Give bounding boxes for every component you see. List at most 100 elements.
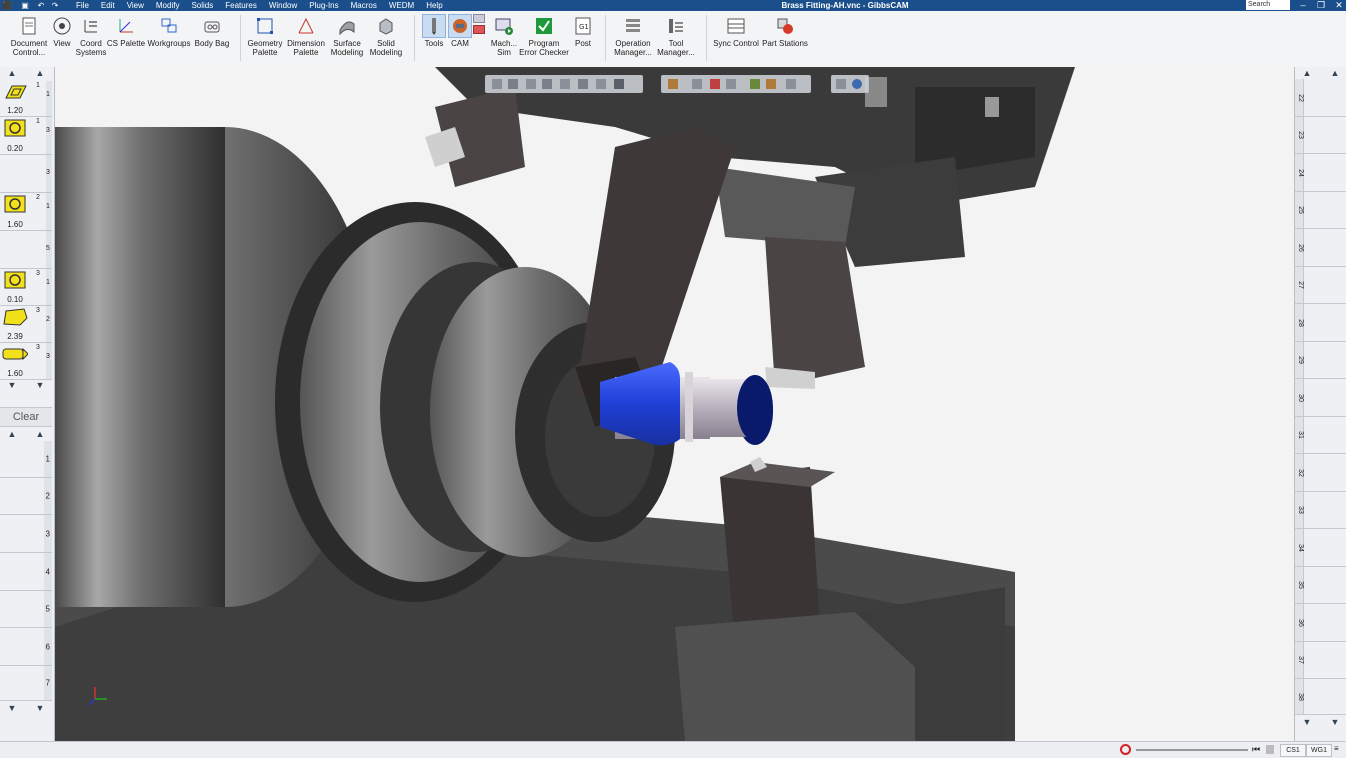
- process-tile[interactable]: 25: [1295, 192, 1346, 229]
- sync-control-icon: [724, 14, 748, 38]
- process-tile[interactable]: 32: [1295, 454, 1346, 492]
- view-toolbar-left[interactable]: [485, 75, 643, 93]
- tool-slot[interactable]: 2.39 3 2: [0, 306, 52, 343]
- coordinate-system-status[interactable]: CS1: [1280, 744, 1306, 757]
- menu-help[interactable]: Help: [420, 0, 448, 11]
- workgroups-button[interactable]: Workgroups: [146, 14, 192, 48]
- surface-modeling-button[interactable]: Surface Modeling: [327, 14, 367, 57]
- process-tile[interactable]: 2: [0, 478, 52, 515]
- process-tile[interactable]: 3: [0, 515, 52, 553]
- tool-list-scroll-up-alt-icon[interactable]: ▲: [32, 68, 48, 78]
- part-stations-button[interactable]: Part Stations: [760, 14, 810, 48]
- menu-window[interactable]: Window: [263, 0, 303, 11]
- process-tile[interactable]: 29: [1295, 342, 1346, 379]
- process-tile[interactable]: 1: [0, 441, 52, 478]
- menu-wedm[interactable]: WEDM: [383, 0, 420, 11]
- body-bag-button[interactable]: Body Bag: [193, 14, 231, 48]
- app-icon[interactable]: ⬛: [0, 0, 14, 11]
- right-scroll-up-icon[interactable]: ▲: [1299, 68, 1315, 78]
- redo-icon[interactable]: ↷: [48, 0, 62, 11]
- restore-button[interactable]: ❐: [1313, 0, 1329, 11]
- process-tile[interactable]: 38: [1295, 679, 1346, 715]
- save-icon[interactable]: ▣: [18, 0, 32, 11]
- 3d-viewport[interactable]: [55, 67, 1294, 741]
- process-tile[interactable]: 22: [1295, 79, 1346, 117]
- menu-edit[interactable]: Edit: [95, 0, 121, 11]
- workgroups-icon: [157, 14, 181, 38]
- process-tile[interactable]: 33: [1295, 492, 1346, 529]
- stop-icon[interactable]: [1120, 744, 1131, 755]
- process-list-scroll-up-alt-icon[interactable]: ▲: [32, 429, 48, 439]
- simulation-progress-slider[interactable]: [1136, 749, 1248, 751]
- search-icon[interactable]: ⌕: [1276, 0, 1292, 11]
- view-toolbar-middle[interactable]: [661, 75, 811, 93]
- menu-solids[interactable]: Solids: [185, 0, 219, 11]
- operation-manager-button[interactable]: Operation Manager...: [611, 14, 655, 57]
- process-tile[interactable]: 28: [1295, 304, 1346, 342]
- geometry-palette-icon: [253, 14, 277, 38]
- machine-sim-button[interactable]: Mach... Sim: [487, 14, 521, 57]
- program-error-checker-button[interactable]: Program Error Checker: [519, 14, 569, 57]
- tools-button[interactable]: Tools: [421, 14, 447, 48]
- tool-slot[interactable]: 0.10 3 1: [0, 269, 52, 306]
- process-tile[interactable]: 6: [0, 628, 52, 666]
- solid-modeling-button[interactable]: Solid Modeling: [367, 14, 405, 57]
- process-tile[interactable]: 27: [1295, 267, 1346, 304]
- process-tile[interactable]: 24: [1295, 154, 1346, 192]
- menu-file[interactable]: File: [70, 0, 95, 11]
- process-tile[interactable]: 7: [0, 666, 52, 701]
- process-list-scroll-down-alt-icon[interactable]: ▼: [32, 703, 48, 713]
- status-menu-icon[interactable]: ≡: [1334, 744, 1339, 753]
- process-tile[interactable]: 4: [0, 553, 52, 591]
- clear-button[interactable]: Clear: [0, 407, 52, 427]
- cam-mini-buttons[interactable]: [473, 14, 485, 34]
- process-tile[interactable]: 23: [1295, 117, 1346, 154]
- rewind-icon[interactable]: ⏮: [1252, 744, 1260, 755]
- right-scroll-down-icon[interactable]: ▼: [1299, 717, 1315, 727]
- process-tile[interactable]: 5: [0, 591, 52, 628]
- workgroup-status[interactable]: WG1: [1306, 744, 1332, 757]
- right-scroll-up-alt-icon[interactable]: ▲: [1327, 68, 1343, 78]
- process-tile[interactable]: 31: [1295, 417, 1346, 454]
- process-tile[interactable]: 37: [1295, 642, 1346, 679]
- view-button[interactable]: View: [50, 14, 74, 48]
- process-tile[interactable]: 36: [1295, 604, 1346, 642]
- process-list-scroll-up-icon[interactable]: ▲: [4, 429, 20, 439]
- menu-features[interactable]: Features: [219, 0, 263, 11]
- cam-button[interactable]: CAM: [448, 14, 472, 48]
- menu-plugins[interactable]: Plug-Ins: [303, 0, 344, 11]
- tool-list-scroll-down-alt-icon[interactable]: ▼: [32, 380, 48, 390]
- tool-list-scroll-down-icon[interactable]: ▼: [4, 380, 20, 390]
- process-list-scroll-down-icon[interactable]: ▼: [4, 703, 20, 713]
- process-tile[interactable]: 26: [1295, 229, 1346, 267]
- menu-view[interactable]: View: [121, 0, 150, 11]
- view-toolbar-right[interactable]: [831, 75, 869, 93]
- tool-slot[interactable]: 1.60 2 1: [0, 193, 52, 231]
- tool-slot-empty[interactable]: 3: [0, 155, 52, 193]
- cs-palette-button[interactable]: CS Palette: [106, 14, 146, 48]
- menu-modify[interactable]: Modify: [150, 0, 186, 11]
- document-control-button[interactable]: Document Control...: [8, 14, 50, 57]
- tool-slot[interactable]: 1.60 3 3: [0, 343, 52, 380]
- page-icon[interactable]: [1266, 745, 1274, 754]
- sync-control-button[interactable]: Sync Control: [712, 14, 760, 48]
- minimize-button[interactable]: –: [1295, 0, 1311, 11]
- menu-macros[interactable]: Macros: [345, 0, 383, 11]
- tool-list-scroll-up-icon[interactable]: ▲: [4, 68, 20, 78]
- process-tile[interactable]: 35: [1295, 567, 1346, 604]
- tool-manager-button[interactable]: Tool Manager...: [655, 14, 697, 57]
- process-tile[interactable]: 30: [1295, 379, 1346, 417]
- close-button[interactable]: ✕: [1331, 0, 1346, 11]
- right-scroll-down-alt-icon[interactable]: ▼: [1327, 717, 1343, 727]
- process-tile[interactable]: 34: [1295, 529, 1346, 567]
- machine-simulation-scene[interactable]: [55, 67, 1294, 741]
- tool-slot[interactable]: 1.20 1 1: [0, 81, 52, 117]
- tool-slot[interactable]: 0.20 1 3: [0, 117, 52, 155]
- operation-manager-icon: [621, 14, 645, 38]
- dimension-palette-button[interactable]: Dimension Palette: [285, 14, 327, 57]
- tool-slot-empty[interactable]: 5: [0, 231, 52, 269]
- geometry-palette-button[interactable]: Geometry Palette: [246, 14, 284, 57]
- coord-systems-button[interactable]: Coord Systems: [74, 14, 108, 57]
- undo-icon[interactable]: ↶: [34, 0, 48, 11]
- post-button[interactable]: G1 Post: [570, 14, 596, 48]
